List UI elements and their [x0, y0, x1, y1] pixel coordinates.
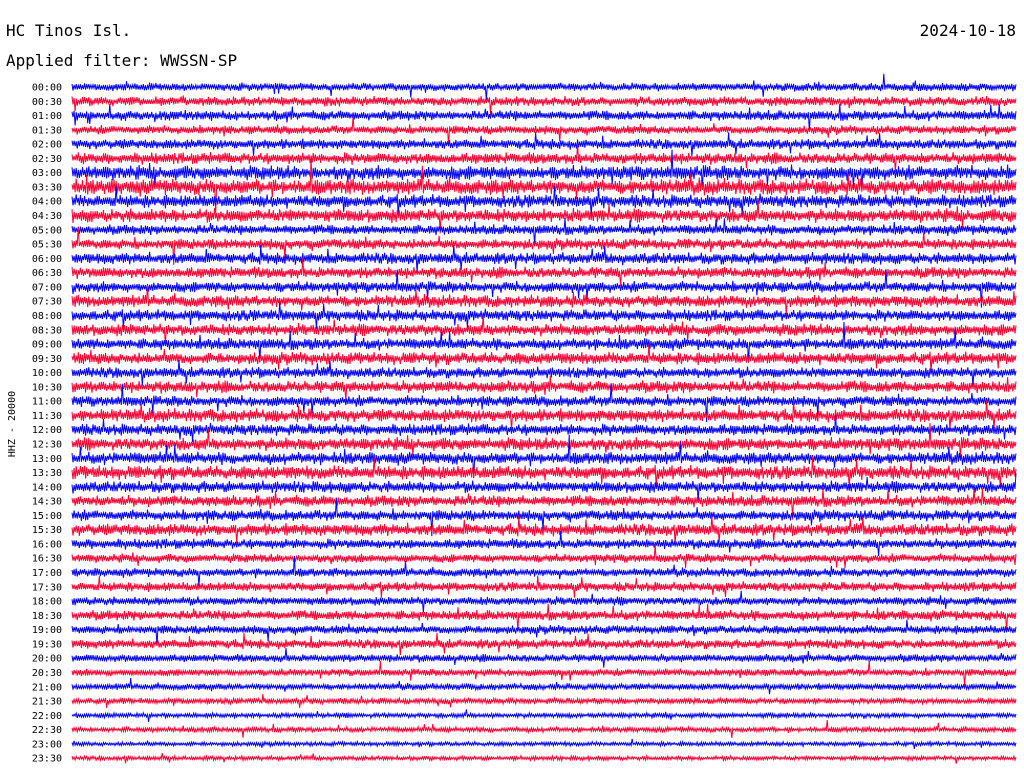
- date-label: 2024-10-18: [920, 21, 1016, 40]
- seismic-trace-0930: [71, 344, 1017, 373]
- time-tick-label: 02:30: [32, 154, 62, 165]
- time-tick-label: 15:00: [32, 511, 62, 522]
- time-tick-label: 11:00: [32, 397, 62, 408]
- time-tick-label: 04:30: [32, 211, 62, 222]
- seismic-trace-0030: [71, 95, 1017, 115]
- seismic-trace-1630: [71, 544, 1017, 569]
- seismic-trace-1730: [71, 575, 1017, 598]
- station-title: HC Tinos Isl.: [6, 21, 131, 40]
- time-tick-label: 03:30: [32, 182, 62, 193]
- seismic-trace-2000: [71, 647, 1017, 668]
- time-tick-label: 19:30: [32, 639, 62, 650]
- time-tick-label: 08:30: [32, 325, 62, 336]
- time-tick-label: 20:30: [32, 668, 62, 679]
- time-tick-label: 18:00: [32, 597, 62, 608]
- time-tick-label: 01:00: [32, 111, 62, 122]
- seismic-trace-1930: [71, 632, 1017, 656]
- seismic-trace-1600: [71, 530, 1017, 557]
- time-tick-label: 21:00: [32, 682, 62, 693]
- time-tick-label: 12:30: [32, 440, 62, 451]
- time-tick-label: 17:00: [32, 568, 62, 579]
- time-tick-label: 22:30: [32, 725, 62, 736]
- time-tick-label: 01:30: [32, 125, 62, 136]
- time-tick-label: 06:30: [32, 268, 62, 279]
- time-tick-label: 18:30: [32, 611, 62, 622]
- seismic-trace-2200: [71, 709, 1017, 722]
- time-tick-label: 05:30: [32, 240, 62, 251]
- time-tick-label: 03:00: [32, 168, 62, 179]
- time-tick-label: 14:00: [32, 482, 62, 493]
- seismic-traces: [71, 73, 1017, 764]
- time-tick-label: 23:00: [32, 739, 62, 750]
- time-tick-label: 06:00: [32, 254, 62, 265]
- time-tick-label: 14:30: [32, 497, 62, 508]
- seismic-trace-1700: [71, 555, 1017, 587]
- time-tick-label: 11:30: [32, 411, 62, 422]
- time-tick-label: 08:00: [32, 311, 62, 322]
- time-tick-label: 00:30: [32, 97, 62, 108]
- time-tick-label: 09:30: [32, 354, 62, 365]
- seismic-trace-2130: [71, 694, 1017, 708]
- time-tick-label: 10:30: [32, 382, 62, 393]
- seismic-trace-2230: [71, 719, 1017, 738]
- time-tick-label: 13:00: [32, 454, 62, 465]
- time-tick-label: 19:00: [32, 625, 62, 636]
- time-tick-label: 09:00: [32, 340, 62, 351]
- time-tick-label: 02:00: [32, 140, 62, 151]
- time-tick-label: 07:30: [32, 297, 62, 308]
- time-tick-label: 22:00: [32, 711, 62, 722]
- time-tick-label: 15:30: [32, 525, 62, 536]
- filter-label: Applied filter: WWSSN-SP: [6, 51, 237, 70]
- seismic-trace-1800: [71, 590, 1017, 613]
- time-tick-label: 16:00: [32, 539, 62, 550]
- time-tick-label: 23:30: [32, 754, 62, 765]
- y-axis-label: HHZ - 20000: [7, 391, 18, 457]
- time-tick-label: 20:00: [32, 654, 62, 665]
- seismic-trace-2330: [71, 753, 1017, 764]
- helicorder-plot: HC Tinos Isl. 2024-10-18 Applied filter:…: [6, 21, 1017, 765]
- seismic-trace-0000: [71, 73, 1017, 101]
- time-tick-label: 16:30: [32, 554, 62, 565]
- time-tick-label: 13:30: [32, 468, 62, 479]
- time-tick-label: 17:30: [32, 582, 62, 593]
- seismic-trace-2300: [71, 738, 1017, 749]
- time-tick-labels: 00:00 00:30 01:00 01:30 02:00 02:30 03:00 03:30…: [32, 83, 62, 765]
- seismic-trace-2030: [71, 660, 1017, 687]
- time-tick-label: 10:00: [32, 368, 62, 379]
- seismic-trace-0200: [71, 132, 1017, 157]
- seismic-trace-2100: [71, 677, 1017, 695]
- time-tick-label: 00:00: [32, 83, 62, 94]
- time-tick-label: 04:00: [32, 197, 62, 208]
- time-tick-label: 12:00: [32, 425, 62, 436]
- time-tick-label: 05:00: [32, 225, 62, 236]
- time-tick-label: 21:30: [32, 697, 62, 708]
- time-tick-label: 07:00: [32, 282, 62, 293]
